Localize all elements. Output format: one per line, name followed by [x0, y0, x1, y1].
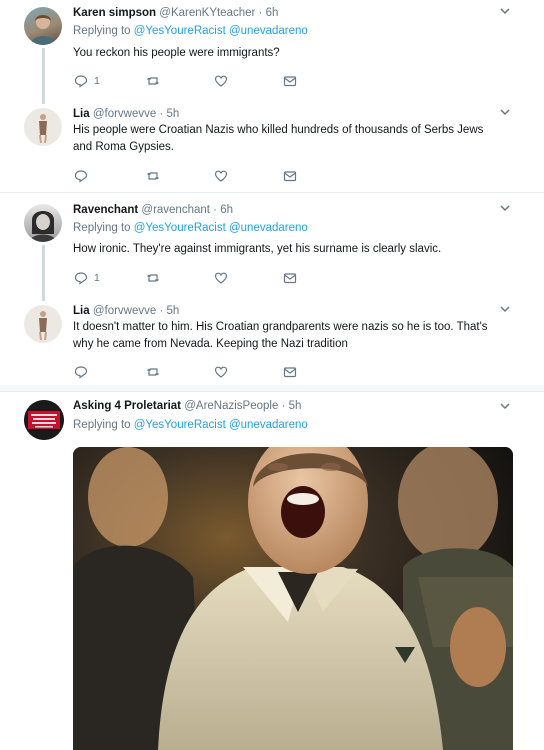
timestamp[interactable]: 6h — [266, 7, 279, 19]
heart-icon — [214, 366, 228, 378]
tweet-lia-1[interactable]: Lia @forvwevve · 5h His people were Croa… — [0, 101, 544, 191]
tweet-header: Karen simpson @KarenKYteacher · 6h — [73, 7, 279, 19]
user-handle[interactable]: @KarenKYteacher — [159, 7, 255, 19]
dm-button[interactable] — [283, 73, 297, 89]
reply-count: 1 — [94, 272, 100, 284]
user-handle[interactable]: @AreNazisPeople — [184, 400, 278, 412]
avatar[interactable] — [24, 400, 64, 440]
tweet-header: Lia @forvwevve · 5h — [73, 108, 180, 120]
thread-line — [42, 245, 45, 301]
like-button[interactable] — [214, 73, 228, 89]
tweet-header: Ravenchant @ravenchant · 6h — [73, 204, 234, 216]
envelope-icon — [283, 171, 297, 182]
tweet-header: Asking 4 Proletariat @AreNazisPeople · 5… — [73, 400, 302, 412]
heart-icon — [214, 75, 228, 87]
replying-to: Replying to @YesYoureRacist @unevadareno — [73, 25, 308, 37]
retweet-icon — [147, 274, 159, 282]
chevron-down-icon[interactable] — [498, 4, 512, 18]
reply-button[interactable] — [74, 364, 88, 380]
avatar[interactable] — [24, 204, 62, 242]
heart-icon — [214, 170, 228, 182]
mention-link[interactable]: @YesYoureRacist — [134, 419, 226, 431]
dm-button[interactable] — [283, 168, 297, 184]
retweet-icon — [147, 172, 159, 180]
replying-to: Replying to @YesYoureRacist @unevadareno — [73, 419, 308, 431]
tweet-actions — [74, 168, 314, 184]
replying-to: Replying to @YesYoureRacist @unevadareno — [73, 222, 308, 234]
avatar[interactable] — [24, 108, 62, 146]
timestamp[interactable]: 5h — [167, 108, 180, 120]
tweet-text: You reckon his people were immigrants? — [73, 47, 280, 59]
display-name[interactable]: Lia — [73, 108, 90, 120]
envelope-icon — [283, 367, 297, 378]
display-name[interactable]: Ravenchant — [73, 204, 138, 216]
tweet-karen[interactable]: Karen simpson @KarenKYteacher · 6h Reply… — [0, 0, 544, 104]
mention-link[interactable]: @YesYoureRacist — [134, 25, 226, 37]
tweet-actions: 1 — [74, 73, 314, 89]
tweet-actions — [74, 364, 314, 380]
dm-button[interactable] — [283, 270, 297, 286]
like-button[interactable] — [214, 168, 228, 184]
avatar[interactable] — [24, 7, 62, 45]
reply-icon — [74, 75, 88, 88]
mention-link[interactable]: @YesYoureRacist — [134, 222, 226, 234]
tweet-text: How ironic. They're against immigrants, … — [73, 243, 442, 255]
reply-icon — [74, 170, 88, 183]
retweet-icon — [147, 368, 159, 376]
envelope-icon — [283, 273, 297, 284]
reply-count: 1 — [94, 75, 100, 87]
reply-icon — [74, 366, 88, 379]
mention-link[interactable]: @unevadareno — [229, 222, 308, 234]
display-name[interactable]: Lia — [73, 305, 90, 317]
reply-button[interactable]: 1 — [74, 270, 100, 286]
timestamp[interactable]: 5h — [289, 400, 302, 412]
like-button[interactable] — [214, 364, 228, 380]
tweet-text: His people were Croatian Nazis who kille… — [73, 124, 484, 153]
reply-button[interactable] — [74, 168, 88, 184]
display-name[interactable]: Karen simpson — [73, 7, 156, 19]
tweet-feed: Karen simpson @KarenKYteacher · 6h Reply… — [0, 0, 544, 750]
chevron-down-icon[interactable] — [498, 201, 512, 215]
reply-button[interactable]: 1 — [74, 73, 100, 89]
user-handle[interactable]: @forvwevve — [93, 305, 156, 317]
thread-line — [42, 48, 45, 104]
no-nazis-sign-icon — [24, 400, 64, 440]
tweet-header: Lia @forvwevve · 5h — [73, 305, 180, 317]
like-button[interactable] — [214, 270, 228, 286]
retweet-button[interactable] — [146, 270, 160, 286]
dm-button[interactable] — [283, 364, 297, 380]
tweet-text: It doesn't matter to him. His Croatian g… — [73, 321, 488, 350]
display-name[interactable]: Asking 4 Proletariat — [73, 400, 181, 412]
tweet-lia-2[interactable]: Lia @forvwevve · 5h It doesn't matter to… — [0, 298, 544, 384]
mention-link[interactable]: @unevadareno — [229, 25, 308, 37]
avatar[interactable] — [24, 305, 62, 343]
mention-link[interactable]: @unevadareno — [229, 419, 308, 431]
user-handle[interactable]: @forvwevve — [93, 108, 156, 120]
retweet-icon — [147, 77, 159, 85]
tweet-ravenchant[interactable]: Ravenchant @ravenchant · 6h Replying to … — [0, 197, 544, 301]
user-handle[interactable]: @ravenchant — [141, 204, 210, 216]
tweet-media-photo[interactable] — [73, 447, 513, 750]
chevron-down-icon[interactable] — [498, 399, 512, 413]
chevron-down-icon[interactable] — [498, 302, 512, 316]
heart-icon — [214, 272, 228, 284]
timestamp[interactable]: 5h — [167, 305, 180, 317]
reply-icon — [74, 272, 88, 285]
chevron-down-icon[interactable] — [498, 105, 512, 119]
retweet-button[interactable] — [146, 73, 160, 89]
shouting-man-photo — [73, 447, 513, 750]
divider — [0, 192, 544, 193]
retweet-button[interactable] — [146, 168, 160, 184]
envelope-icon — [283, 76, 297, 87]
timestamp[interactable]: 6h — [220, 204, 233, 216]
tweet-actions: 1 — [74, 270, 314, 286]
retweet-button[interactable] — [146, 364, 160, 380]
